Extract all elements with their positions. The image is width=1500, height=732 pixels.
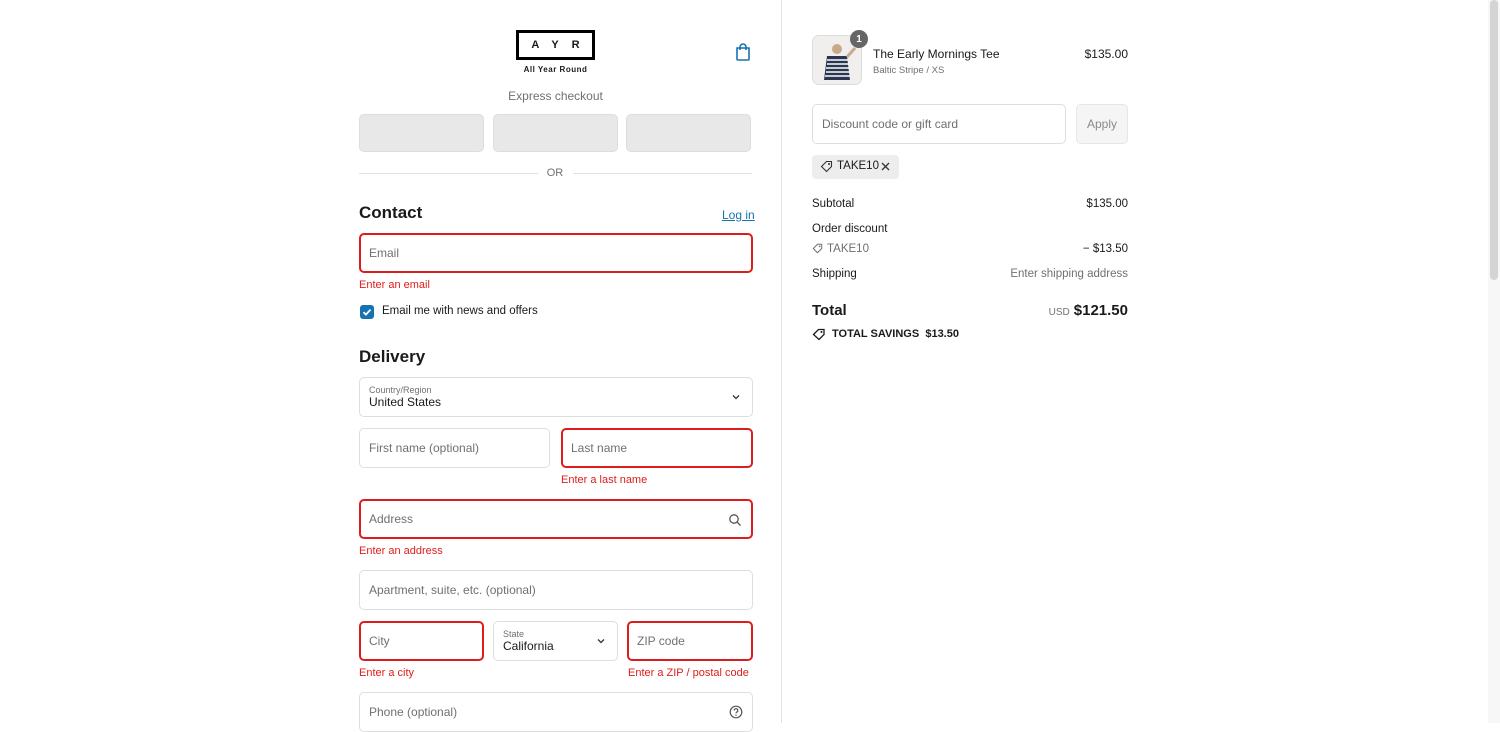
scrollbar[interactable]	[1488, 0, 1500, 723]
express-pay-button-1[interactable]	[359, 114, 484, 152]
address-field[interactable]: Address	[359, 499, 753, 539]
divider-left	[359, 173, 538, 174]
delivery-heading: Delivery	[359, 347, 426, 366]
product-variant: Baltic Stripe / XS	[873, 65, 945, 76]
discount-code-input[interactable]: Discount code or gift card	[812, 104, 1066, 144]
city-field[interactable]: City	[359, 621, 484, 661]
help-icon[interactable]	[729, 705, 743, 719]
subtotal-value: $135.00	[1086, 198, 1128, 210]
last-name-field[interactable]: Last name	[561, 428, 753, 468]
email-field[interactable]: Email	[359, 233, 753, 273]
checkmark-icon	[362, 308, 372, 316]
express-pay-button-2[interactable]	[493, 114, 618, 152]
close-icon[interactable]	[880, 161, 891, 172]
newsletter-label: Email me with news and offers	[382, 305, 538, 317]
address-error: Enter an address	[359, 545, 443, 557]
applied-discount-tag: TAKE10	[812, 155, 899, 179]
shipping-value: Enter shipping address	[1010, 268, 1128, 280]
scrollbar-thumb[interactable]	[1490, 0, 1498, 280]
total-label: Total	[812, 302, 847, 319]
total-value: $121.50	[1073, 302, 1128, 319]
shipping-label: Shipping	[812, 268, 857, 280]
quantity-badge: 1	[850, 30, 868, 48]
tag-icon	[812, 243, 823, 254]
first-name-field[interactable]: First name (optional)	[359, 428, 550, 468]
zip-field[interactable]: ZIP code	[627, 621, 753, 661]
apply-discount-button[interactable]: Apply	[1076, 104, 1128, 144]
order-discount-label: Order discount	[812, 223, 888, 235]
city-error: Enter a city	[359, 667, 415, 679]
brand-logo[interactable]: AYR	[516, 30, 595, 60]
product-price: $135.00	[1084, 47, 1128, 61]
total-amount: USD $121.50	[1049, 302, 1128, 319]
tag-icon	[820, 160, 833, 173]
brand-tagline: All Year Round	[523, 65, 588, 74]
or-divider-text: OR	[546, 167, 564, 179]
total-savings: TOTAL SAVINGS $13.50	[832, 328, 959, 340]
apartment-field[interactable]: Apartment, suite, etc. (optional)	[359, 570, 753, 610]
country-select[interactable]: Country/Region United States	[359, 377, 753, 417]
phone-field[interactable]: Phone (optional)	[359, 692, 753, 732]
last-name-error: Enter a last name	[561, 474, 648, 486]
cart-bag-icon[interactable]	[733, 42, 753, 62]
checkout-form-panel: AYR All Year Round Express checkout OR C…	[0, 0, 782, 732]
email-error: Enter an email	[359, 279, 430, 291]
savings-tag-icon	[812, 328, 825, 341]
subtotal-label: Subtotal	[812, 198, 855, 210]
divider-right	[573, 173, 752, 174]
chevron-down-icon	[597, 639, 605, 644]
product-name: The Early Mornings Tee	[873, 47, 1000, 61]
zip-error: Enter a ZIP / postal code	[628, 667, 749, 679]
search-icon	[729, 514, 741, 526]
discount-code-label: TAKE10	[827, 243, 869, 255]
express-checkout-label: Express checkout	[508, 89, 603, 103]
newsletter-checkbox[interactable]	[360, 305, 374, 319]
state-select[interactable]: State California	[493, 621, 618, 661]
currency-code: USD	[1048, 307, 1070, 318]
contact-heading: Contact	[359, 203, 423, 222]
login-link[interactable]: Log in	[722, 208, 755, 222]
chevron-down-icon	[732, 395, 740, 400]
express-pay-button-3[interactable]	[626, 114, 751, 152]
discount-amount: − $13.50	[1082, 243, 1128, 255]
